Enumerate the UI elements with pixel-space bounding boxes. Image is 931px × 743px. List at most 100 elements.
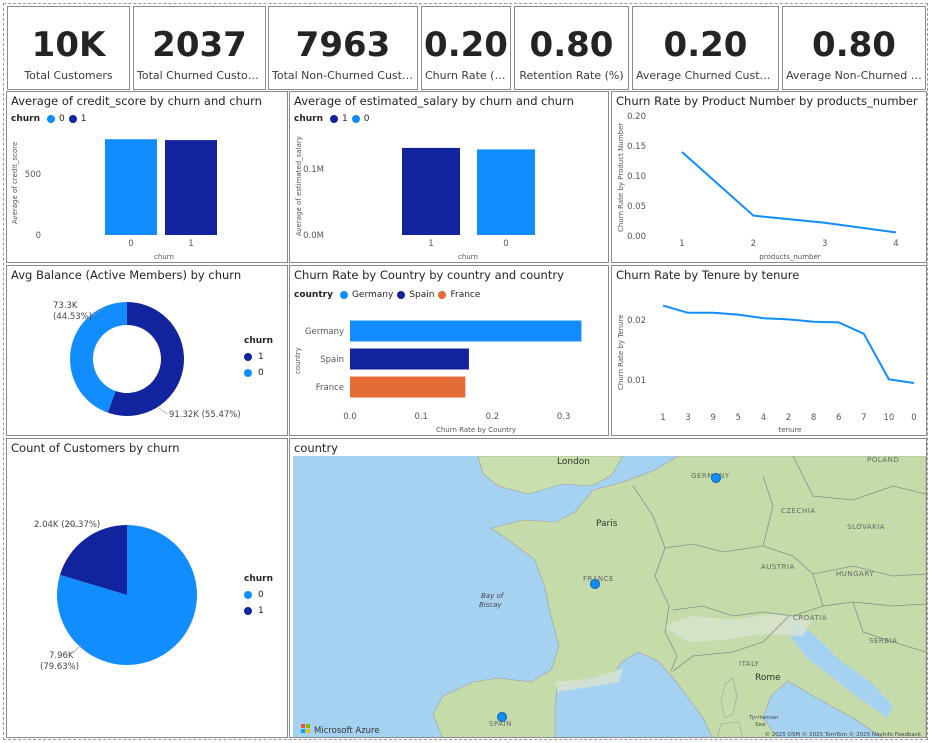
avg-balance-chart[interactable]: Avg Balance (Active Members) by churn 73… <box>6 265 288 436</box>
map-label-germany: GERMANY <box>691 472 730 480</box>
x-tick-label: 4 <box>761 413 766 423</box>
map-label-czechia: CZECHIA <box>781 507 816 515</box>
map-label-croatia: CROATIA <box>793 614 827 622</box>
x-tick-label: 6 <box>836 413 841 423</box>
x-tick-label: 5 <box>736 413 741 423</box>
map-label-london: London <box>557 457 590 467</box>
credit-plot: Average of credit_score 500 0 0 1 churn <box>11 139 217 261</box>
legend-item[interactable]: 0 <box>244 590 273 600</box>
bar-0[interactable] <box>105 139 157 235</box>
map-svg: London Paris FRANCE GERMANY SPAIN ITALY … <box>293 456 926 738</box>
map-label-austria: AUSTRIA <box>761 563 795 571</box>
y-tick-label: Germany <box>305 327 344 337</box>
map-attribution[interactable]: © 2025 OSM © 2025 TomTom © 2025 NavInfo … <box>765 731 922 738</box>
y-tick-label: 500 <box>25 170 41 180</box>
y-tick-label: 0.01 <box>627 376 646 386</box>
map-point-spain[interactable] <box>497 712 507 722</box>
kpi-average-non-churned[interactable]: 0.80 Average Non-Churned Customers <box>782 6 926 90</box>
y-axis-title: Churn Rate by Tenure <box>617 314 625 390</box>
country-churn-chart[interactable]: Churn Rate by Country by country and cou… <box>289 265 609 436</box>
y-axis-title: country <box>294 347 302 374</box>
bar-0[interactable] <box>477 149 535 235</box>
map-point-france[interactable] <box>590 579 600 589</box>
kpi-label: Total Non-Churned Customers <box>272 69 414 82</box>
map-label-paris: Paris <box>596 519 618 529</box>
map-label-tyrrhenian: Tyrrhenian <box>749 715 779 721</box>
bar-1[interactable] <box>402 147 460 235</box>
y-tick-label: 0.0M <box>303 231 324 241</box>
kpi-label: Average Churned Customers <box>636 69 775 82</box>
x-tick-label: 10 <box>883 413 894 423</box>
kpi-value: 10K <box>31 25 106 65</box>
y-axis-title: Churn Rate by Product Number <box>617 123 625 232</box>
kpi-total-churned[interactable]: 2037 Total Churned Customers <box>133 6 266 90</box>
kpi-retention-rate[interactable]: 0.80 Retention Rate (%) <box>514 6 629 90</box>
y-axis-title: Average of credit_score <box>11 142 19 224</box>
legend-label: 0 <box>258 368 264 378</box>
y-tick-label: 0.02 <box>627 316 646 326</box>
x-tick-label: 0.0 <box>343 412 357 422</box>
x-tick-label: 0 <box>911 413 916 423</box>
country-plot: country Germany Spain France 0.0 0.1 0.2 0.3 C… <box>294 320 582 434</box>
customer-count-chart[interactable]: Count of Customers by churn 2.04K (20.37… <box>6 438 288 738</box>
legend-item[interactable]: 1 <box>244 606 273 616</box>
kpi-total-non-churned[interactable]: 7963 Total Non-Churned Customers <box>268 6 418 90</box>
series-line[interactable] <box>681 151 897 234</box>
bar-Spain[interactable] <box>350 348 469 370</box>
map-label-bay: Bay of <box>481 592 505 600</box>
bar-Germany[interactable] <box>350 320 582 342</box>
kpi-value: 2037 <box>152 25 247 65</box>
x-tick-label: 2 <box>786 413 791 423</box>
y-tick-label: 0 <box>36 231 41 241</box>
legend-label: 1 <box>258 606 264 616</box>
x-tick-label: 1 <box>428 239 433 249</box>
series-line[interactable] <box>662 304 915 384</box>
data-label: 2.04K (20.37%) <box>34 520 100 530</box>
x-tick-label: 1 <box>660 413 665 423</box>
bar-France[interactable] <box>350 376 466 398</box>
legend-item[interactable]: 0 <box>244 368 273 378</box>
kpi-value: 0.80 <box>812 25 896 65</box>
legend-label: 1 <box>258 352 264 362</box>
legend-title: churn <box>244 336 273 346</box>
x-tick-label: 1 <box>679 239 684 249</box>
x-axis-title: Churn Rate by Country <box>436 426 516 434</box>
data-label: 73.3K <box>53 301 78 311</box>
country-map[interactable]: country London Paris FRANCE GERMANY SPAI… <box>289 438 927 738</box>
bar-1[interactable] <box>165 140 217 235</box>
product-plot: Churn Rate by Product Number 0.20 0.15 0.1… <box>617 112 899 261</box>
data-label: 7.96K <box>49 651 74 661</box>
kpi-value: 7963 <box>295 25 391 65</box>
legend-dot <box>244 369 252 377</box>
kpi-label: Total Churned Customers <box>137 69 262 82</box>
kpi-label: Churn Rate (%) <box>425 69 507 82</box>
map-label-serbia: SERBIA <box>869 637 897 645</box>
legend-label: 0 <box>258 590 264 600</box>
chart-legend: churn 1 0 <box>244 336 273 384</box>
data-label: (44.53%) <box>53 312 92 322</box>
y-axis-title: Average of estimated_salary <box>295 136 303 236</box>
y-tick-label: 0.10 <box>627 172 646 182</box>
kpi-label: Retention Rate (%) <box>519 69 624 82</box>
legend-item[interactable]: 1 <box>244 352 273 362</box>
map-label-italy: ITALY <box>739 660 760 668</box>
kpi-average-churned[interactable]: 0.20 Average Churned Customers <box>632 6 779 90</box>
map-label-slovakia: SLOVAKIA <box>847 523 885 531</box>
credit-score-chart[interactable]: Average of credit_score by churn and chu… <box>6 91 288 263</box>
map-label-biscay: Biscay <box>479 601 503 609</box>
kpi-total-customers[interactable]: 10K Total Customers <box>7 6 130 90</box>
map-point-germany[interactable] <box>711 473 721 483</box>
x-tick-label: 9 <box>710 413 715 423</box>
map-canvas[interactable]: London Paris FRANCE GERMANY SPAIN ITALY … <box>293 456 926 738</box>
tenure-chart[interactable]: Churn Rate by Tenure by tenure Churn Rat… <box>611 265 927 436</box>
map-brand: Microsoft Azure <box>314 726 380 736</box>
x-tick-label: 7 <box>861 413 866 423</box>
y-tick-label: 0.20 <box>627 112 646 122</box>
kpi-churn-rate[interactable]: 0.20 Churn Rate (%) <box>421 6 511 90</box>
kpi-label: Average Non-Churned Customers <box>786 69 922 82</box>
product-number-chart[interactable]: Churn Rate by Product Number by products… <box>611 91 927 263</box>
salary-chart[interactable]: Average of estimated_salary by churn and… <box>289 91 609 263</box>
data-label: 91.32K (55.47%) <box>169 410 241 420</box>
x-tick-label: 4 <box>893 239 898 249</box>
x-axis-title: churn <box>154 253 174 261</box>
